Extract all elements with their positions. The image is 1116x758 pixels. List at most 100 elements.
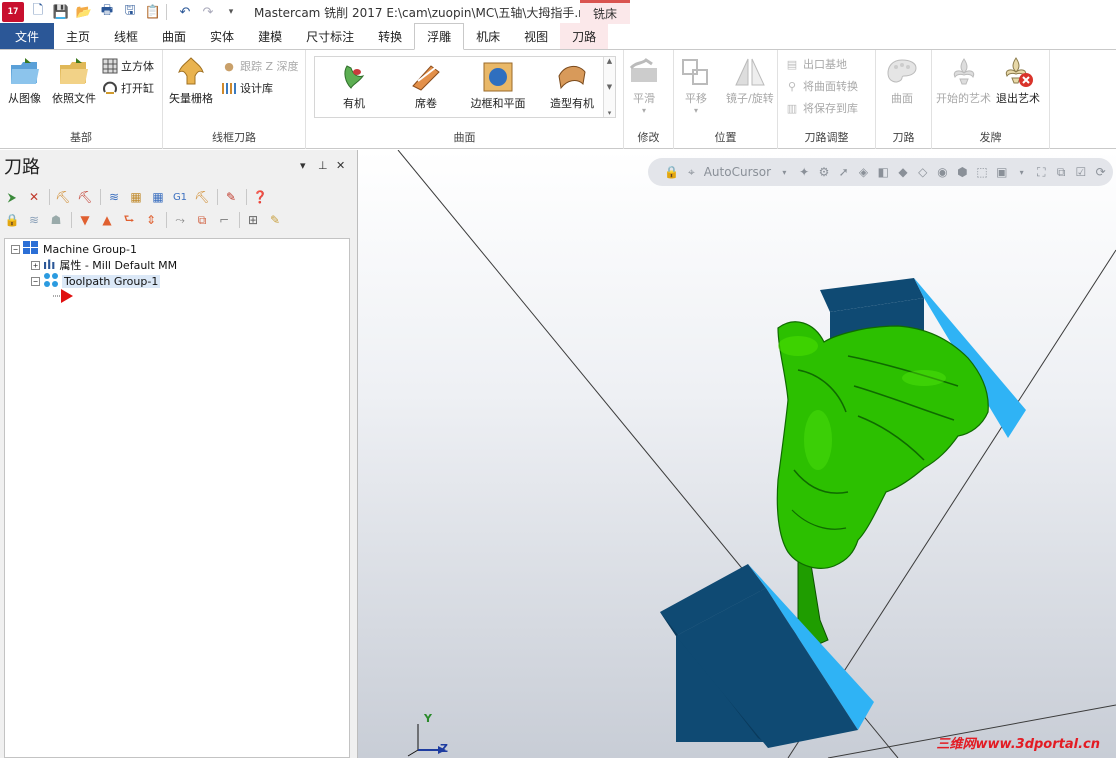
edge-select-icon[interactable]: ◇ [915,164,930,180]
ghost-icon[interactable]: ☗ [46,210,66,230]
lower-block[interactable] [660,564,874,748]
save-to-library-button[interactable]: ▥ 将保存到库 [784,100,858,116]
surface-convert-button[interactable]: ⚲ 将曲面转换 [784,78,858,94]
refresh-icon[interactable]: ⟳ [1093,164,1108,180]
panel-menu-icon[interactable]: ▾ [300,159,306,172]
tree-node-machine-group[interactable]: − Machine Group-1 [11,240,137,257]
pointer-icon[interactable]: ➚ [836,164,851,180]
scroll-arrows-icon[interactable]: ⇕ [141,210,161,230]
clipboard-icon[interactable]: 📋 [144,3,162,21]
tab-view[interactable]: 视图 [512,23,560,49]
open-jar-button[interactable]: 打开缸 [102,80,154,96]
trace-z-depth-button[interactable]: ● 跟踪 Z 深度 [221,58,298,74]
regenerate-dirty-icon[interactable]: ⛏ [75,187,95,207]
toggle-icon[interactable]: ☑ [1074,164,1089,180]
tab-toolpaths[interactable]: 刀路 [560,23,609,49]
save-icon[interactable]: 💾 [52,3,70,21]
tab-surfaces[interactable]: 曲面 [150,23,198,49]
tab-art[interactable]: 浮雕 [414,23,465,50]
collapse-icon[interactable]: − [31,276,40,286]
toolpath-surface-button[interactable]: 曲面 [886,56,918,106]
smooth-dropdown-icon[interactable]: ▾ [642,106,646,115]
regenerate-icon[interactable]: ⛏ [53,187,73,207]
select-all-icon[interactable]: ⮞ [2,187,22,207]
wcs-icon[interactable]: ⊞ [243,210,263,230]
edit-pencil-icon[interactable]: ✎ [265,210,285,230]
tree-node-toolpath-group[interactable]: − Toolpath Group-1 [31,272,161,289]
move-down-icon[interactable]: ▼ [75,210,95,230]
box-select-icon[interactable]: ⬚ [975,164,990,180]
new-file-icon[interactable]: 🗋 [29,3,47,21]
collapse-icon[interactable]: − [11,244,20,254]
sweep-button[interactable]: 席卷 [391,59,461,111]
tab-transform[interactable]: 转换 [366,23,414,49]
vector-raster-button[interactable]: 矢量栅格 [169,56,213,106]
redo-icon[interactable]: ↷ [199,3,217,21]
gallery-down-icon[interactable]: ▼ [607,83,612,91]
tab-file[interactable]: 文件 [0,23,54,49]
tab-wireframe[interactable]: 线框 [102,23,150,49]
expand-icon[interactable]: + [31,260,40,270]
hand-model[interactable] [776,321,989,649]
from-file-button[interactable]: 依照文件 [52,56,96,106]
gear-icon[interactable]: ⚙ [817,164,832,180]
print-icon[interactable]: 🖶 [98,3,116,21]
from-image-button[interactable]: 从图像 [8,56,41,106]
mastercam-logo[interactable]: 17 [2,2,24,22]
body-select-icon[interactable]: ◆ [896,164,911,180]
graphics-viewport[interactable]: Y Z 🔒 ⌖ AutoCursor ▾ ✦ ⚙ ➚ ◈ ◧ ◆ ◇ ◉ ⬢ ⬚… [358,150,1116,758]
translate-dropdown-icon[interactable]: ▾ [694,106,698,115]
gallery-up-icon[interactable]: ▲ [607,57,612,65]
tab-home[interactable]: 主页 [54,23,102,49]
vertex-select-icon[interactable]: ⬢ [955,164,970,180]
customize-quick-access-icon[interactable]: ▾ [222,3,240,21]
gallery-scroll[interactable]: ▲ ▼ ▾ [603,57,615,117]
smooth-button[interactable]: 平滑 ▾ [628,56,660,115]
cursor-icon[interactable]: ⌖ [684,164,699,180]
autocursor-label[interactable]: AutoCursor [704,165,771,179]
shape-organic-button[interactable]: 造型有机 [537,59,607,111]
export-base-button[interactable]: ▤ 出口基地 [784,56,847,72]
undo-icon[interactable]: ↶ [176,3,194,21]
mirror-rotate-button[interactable]: 镜子/旋转 [726,56,774,106]
tab-machine[interactable]: 机床 [464,23,512,49]
translate-button[interactable]: 平移 ▾ [680,56,712,115]
tab-model-prep[interactable]: 建模 [246,23,294,49]
tree-node-properties[interactable]: + ılı 属性 - Mill Default MM [31,257,177,273]
toolpath-filter-icon[interactable]: ⌐ [214,210,234,230]
toggle-display-icon[interactable]: ≋ [24,210,44,230]
deselect-all-icon[interactable]: ✕ [24,187,44,207]
dropdown-icon[interactable]: ▾ [777,164,792,180]
cube-button[interactable]: 立方体 [102,58,154,74]
gallery-more-icon[interactable]: ▾ [608,109,612,117]
toolpath-display-icon[interactable]: ⤳ [170,210,190,230]
panel-close-icon[interactable]: ✕ [336,159,345,172]
lock-icon[interactable]: 🔒 [2,210,22,230]
lock-icon[interactable]: 🔒 [664,164,679,180]
verify-icon[interactable]: ▦ [126,187,146,207]
window-select-icon[interactable]: ▣ [994,164,1009,180]
star-select-icon[interactable]: ✦ [797,164,812,180]
face-select-icon[interactable]: ◧ [876,164,891,180]
insert-arrow-icon[interactable]: ⮑ [119,210,139,230]
save-as-icon[interactable]: 🖫 [121,3,139,21]
start-art-button[interactable]: 开始的艺术 [936,56,991,106]
verify-select-icon[interactable]: ⛶ [1034,164,1049,180]
backplot-icon[interactable]: ≋ [104,187,124,207]
tool-manager-icon[interactable]: ✎ [221,187,241,207]
post-g1-icon[interactable]: G1 [170,187,190,207]
post-selected-icon[interactable]: ⛏ [192,187,212,207]
open-folder-icon[interactable]: 📂 [75,3,93,21]
panel-pin-icon[interactable]: ⊥ [318,159,328,172]
chain-icon[interactable]: ⧉ [1054,164,1069,180]
simulate-icon[interactable]: ▦ [148,187,168,207]
organic-button[interactable]: 有机 [319,59,389,111]
move-up-icon[interactable]: ▲ [97,210,117,230]
stock-display-icon[interactable]: ⧉ [192,210,212,230]
help-icon[interactable]: ❓ [250,187,270,207]
design-library-button[interactable]: 设计库 [221,80,273,96]
solid-select-icon[interactable]: ◈ [856,164,871,180]
exit-art-button[interactable]: 退出艺术 [996,56,1040,106]
dropdown-icon[interactable]: ▾ [1014,164,1029,180]
border-and-plane-button[interactable]: 边框和平面 [463,59,533,111]
